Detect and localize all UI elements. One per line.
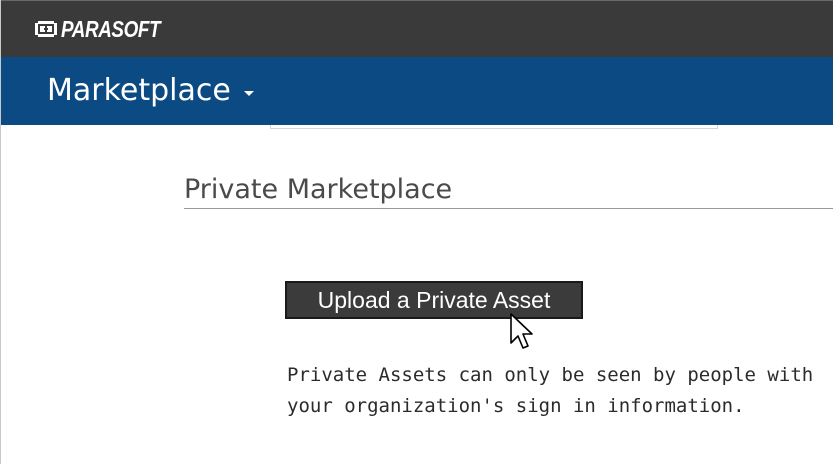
marketplace-menu[interactable]: Marketplace (47, 72, 254, 110)
description-line: your organization's sign in information. (287, 395, 745, 417)
page-title: Private Marketplace (184, 174, 453, 205)
brand-header: PARASOFT (1, 0, 833, 57)
title-divider (184, 208, 833, 209)
brand-logo[interactable]: PARASOFT (35, 17, 182, 41)
search-box-edge (270, 125, 718, 129)
parasoft-logo-icon (35, 20, 57, 38)
app-window: PARASOFT Marketplace Private Marketplace… (0, 0, 833, 464)
upload-private-asset-button[interactable]: Upload a Private Asset (285, 281, 583, 319)
chevron-down-icon (243, 90, 254, 96)
marketplace-menu-label: Marketplace (47, 73, 231, 108)
mouse-pointer-icon (509, 313, 535, 353)
brand-name: PARASOFT (61, 16, 161, 42)
main-navbar: Marketplace (1, 57, 833, 125)
private-assets-description: Private Assets can only be seen by peopl… (287, 360, 833, 422)
description-line: Private Assets can only be seen by peopl… (287, 364, 814, 386)
